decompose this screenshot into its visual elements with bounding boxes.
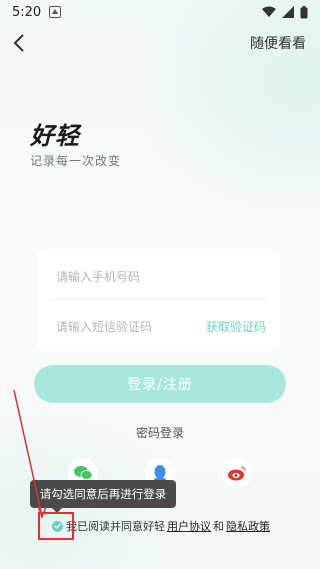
back-button[interactable] <box>6 30 32 56</box>
agreement-and: 和 <box>213 520 224 533</box>
agreement-tooltip: 请勾选同意后再进行登录 <box>30 480 176 513</box>
login-form-card: 请输入手机号码 请输入短信验证码 获取验证码 <box>38 250 280 350</box>
get-code-button[interactable]: 获取验证码 <box>206 318 266 335</box>
wechat-icon <box>74 466 93 480</box>
status-time: 5:20 <box>12 4 42 20</box>
divider <box>50 299 268 300</box>
signal-icon <box>282 6 294 18</box>
weibo-login-button[interactable] <box>222 458 252 488</box>
chevron-left-icon <box>13 34 24 52</box>
sms-code-input[interactable]: 请输入短信验证码 <box>56 318 152 335</box>
wifi-icon <box>262 6 276 17</box>
agreement-row: 我已阅读并同意好轻 用户协议 和 隐私政策 <box>52 518 272 534</box>
slogan: 记录每一次改变 <box>30 154 122 168</box>
agreement-text: 我已阅读并同意好轻 <box>66 520 165 533</box>
battery-icon <box>300 5 308 18</box>
user-agreement-link[interactable]: 用户协议 <box>167 518 211 534</box>
status-bar: 5:20 <box>0 0 320 24</box>
status-right <box>262 5 308 19</box>
app-logo: 好轻 <box>30 122 80 150</box>
password-login-link[interactable]: 密码登录 <box>0 424 320 441</box>
weibo-icon <box>228 466 246 481</box>
browse-button[interactable]: 随便看看 <box>250 33 306 53</box>
privacy-policy-link[interactable]: 隐私政策 <box>226 518 270 534</box>
annotation-highlight-box <box>38 512 74 540</box>
notification-icon <box>49 6 62 18</box>
login-button[interactable]: 登录/注册 <box>34 365 286 403</box>
phone-input[interactable]: 请输入手机号码 <box>56 268 140 285</box>
